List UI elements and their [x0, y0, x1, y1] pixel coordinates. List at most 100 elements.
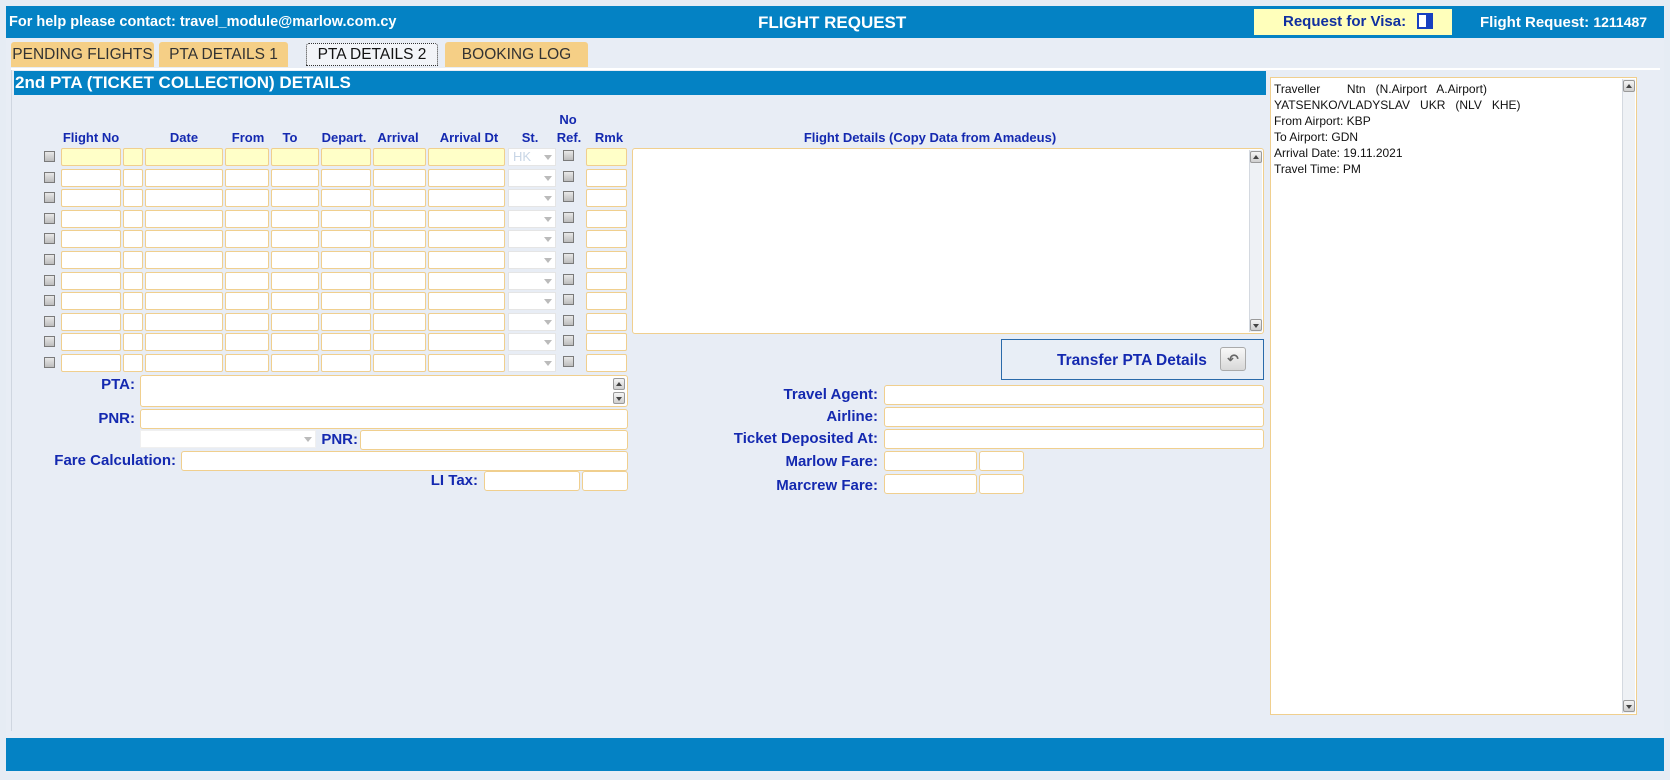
- segment-cell-input[interactable]: [225, 189, 269, 208]
- no-ref-checkbox[interactable]: [563, 150, 574, 161]
- li-tax-input[interactable]: [484, 471, 580, 491]
- segment-cell-input[interactable]: [145, 251, 223, 269]
- tab-pending-flights[interactable]: PENDING FLIGHTS: [11, 42, 154, 67]
- segment-cell-input[interactable]: [61, 251, 121, 269]
- status-select[interactable]: [508, 209, 556, 228]
- segment-cell-input[interactable]: [145, 333, 223, 352]
- segment-cell-input[interactable]: [373, 189, 426, 208]
- segment-cell-input[interactable]: [271, 230, 319, 249]
- segment-cell-input[interactable]: [145, 148, 223, 166]
- segment-cell-input[interactable]: [145, 312, 223, 331]
- segment-cell-input[interactable]: [145, 292, 223, 311]
- tab-pta-details-1[interactable]: PTA DETAILS 1: [159, 42, 288, 67]
- segment-cell-input[interactable]: [321, 354, 371, 372]
- segment-cell-input[interactable]: [123, 312, 143, 331]
- pnr-source-select[interactable]: [140, 430, 316, 448]
- segment-cell-input[interactable]: [428, 271, 505, 290]
- segment-cell-input[interactable]: [271, 292, 319, 311]
- info-panel-scrollbar[interactable]: [1622, 79, 1635, 713]
- segment-cell-input[interactable]: [271, 333, 319, 352]
- no-ref-checkbox[interactable]: [563, 253, 574, 264]
- status-select[interactable]: [508, 354, 556, 372]
- segment-cell-input[interactable]: [123, 251, 143, 269]
- scroll-up-icon[interactable]: [1250, 151, 1262, 163]
- segment-cell-input[interactable]: [321, 209, 371, 228]
- marlow-fare-input[interactable]: [884, 451, 977, 471]
- status-select[interactable]: HK: [508, 148, 556, 166]
- segment-cell-input[interactable]: [123, 168, 143, 187]
- li-tax-currency-input[interactable]: [582, 471, 628, 491]
- pta-scrollbar[interactable]: [613, 377, 626, 405]
- segment-cell-input[interactable]: [61, 312, 121, 331]
- status-select[interactable]: [508, 251, 556, 269]
- segment-cell-input[interactable]: [225, 168, 269, 187]
- segment-cell-input[interactable]: [321, 312, 371, 331]
- row-select-checkbox[interactable]: [44, 357, 55, 368]
- segment-cell-input[interactable]: [373, 271, 426, 290]
- segment-cell-input[interactable]: [428, 312, 505, 331]
- row-select-checkbox[interactable]: [44, 336, 55, 348]
- segment-cell-input[interactable]: [428, 230, 505, 249]
- segment-cell-input[interactable]: [145, 168, 223, 187]
- segment-cell-input[interactable]: [321, 292, 371, 311]
- info-scroll-down-icon[interactable]: [1623, 700, 1635, 712]
- segment-cell-input[interactable]: [225, 292, 269, 311]
- segment-cell-input[interactable]: [373, 209, 426, 228]
- status-select[interactable]: [508, 292, 556, 311]
- segment-cell-input[interactable]: [271, 312, 319, 331]
- segment-cell-input[interactable]: [321, 189, 371, 208]
- row-select-checkbox[interactable]: [44, 233, 55, 245]
- row-select-checkbox[interactable]: [44, 151, 55, 162]
- pta-scroll-down-icon[interactable]: [613, 392, 625, 404]
- remark-input[interactable]: [586, 251, 627, 269]
- segment-cell-input[interactable]: [225, 209, 269, 228]
- airline-input[interactable]: [884, 407, 1264, 427]
- segment-cell-input[interactable]: [373, 168, 426, 187]
- segment-cell-input[interactable]: [271, 168, 319, 187]
- segment-cell-input[interactable]: [123, 292, 143, 311]
- segment-cell-input[interactable]: [145, 271, 223, 290]
- row-select-checkbox[interactable]: [44, 295, 55, 307]
- segment-cell-input[interactable]: [428, 168, 505, 187]
- segment-cell-input[interactable]: [61, 209, 121, 228]
- segment-cell-input[interactable]: [145, 230, 223, 249]
- fare-calculation-input[interactable]: [181, 451, 628, 471]
- segment-cell-input[interactable]: [321, 148, 371, 166]
- no-ref-checkbox[interactable]: [563, 191, 574, 203]
- segment-cell-input[interactable]: [61, 230, 121, 249]
- remark-input[interactable]: [586, 312, 627, 331]
- marcrew-fare-currency-input[interactable]: [979, 474, 1024, 494]
- segment-cell-input[interactable]: [123, 209, 143, 228]
- no-ref-checkbox[interactable]: [563, 294, 574, 306]
- remark-input[interactable]: [586, 148, 627, 166]
- segment-cell-input[interactable]: [123, 189, 143, 208]
- remark-input[interactable]: [586, 230, 627, 249]
- remark-input[interactable]: [586, 271, 627, 290]
- segment-cell-input[interactable]: [321, 333, 371, 352]
- row-select-checkbox[interactable]: [44, 171, 55, 183]
- marcrew-fare-input[interactable]: [884, 474, 977, 494]
- segment-cell-input[interactable]: [225, 312, 269, 331]
- segment-cell-input[interactable]: [321, 168, 371, 187]
- segment-cell-input[interactable]: [145, 209, 223, 228]
- pnr-input[interactable]: [140, 409, 628, 429]
- segment-cell-input[interactable]: [123, 354, 143, 372]
- row-select-checkbox[interactable]: [44, 212, 55, 224]
- row-select-checkbox[interactable]: [44, 254, 55, 265]
- ticket-deposited-input[interactable]: [884, 429, 1264, 449]
- no-ref-checkbox[interactable]: [563, 232, 574, 244]
- segment-cell-input[interactable]: [271, 189, 319, 208]
- segment-cell-input[interactable]: [123, 271, 143, 290]
- segment-cell-input[interactable]: [428, 292, 505, 311]
- segment-cell-input[interactable]: [428, 354, 505, 372]
- segment-cell-input[interactable]: [225, 148, 269, 166]
- segment-cell-input[interactable]: [271, 354, 319, 372]
- row-select-checkbox[interactable]: [44, 192, 55, 204]
- no-ref-checkbox[interactable]: [563, 211, 574, 223]
- segment-cell-input[interactable]: [123, 333, 143, 352]
- row-select-checkbox[interactable]: [44, 274, 55, 286]
- status-select[interactable]: [508, 230, 556, 249]
- segment-cell-input[interactable]: [225, 251, 269, 269]
- segment-cell-input[interactable]: [428, 209, 505, 228]
- status-select[interactable]: [508, 168, 556, 187]
